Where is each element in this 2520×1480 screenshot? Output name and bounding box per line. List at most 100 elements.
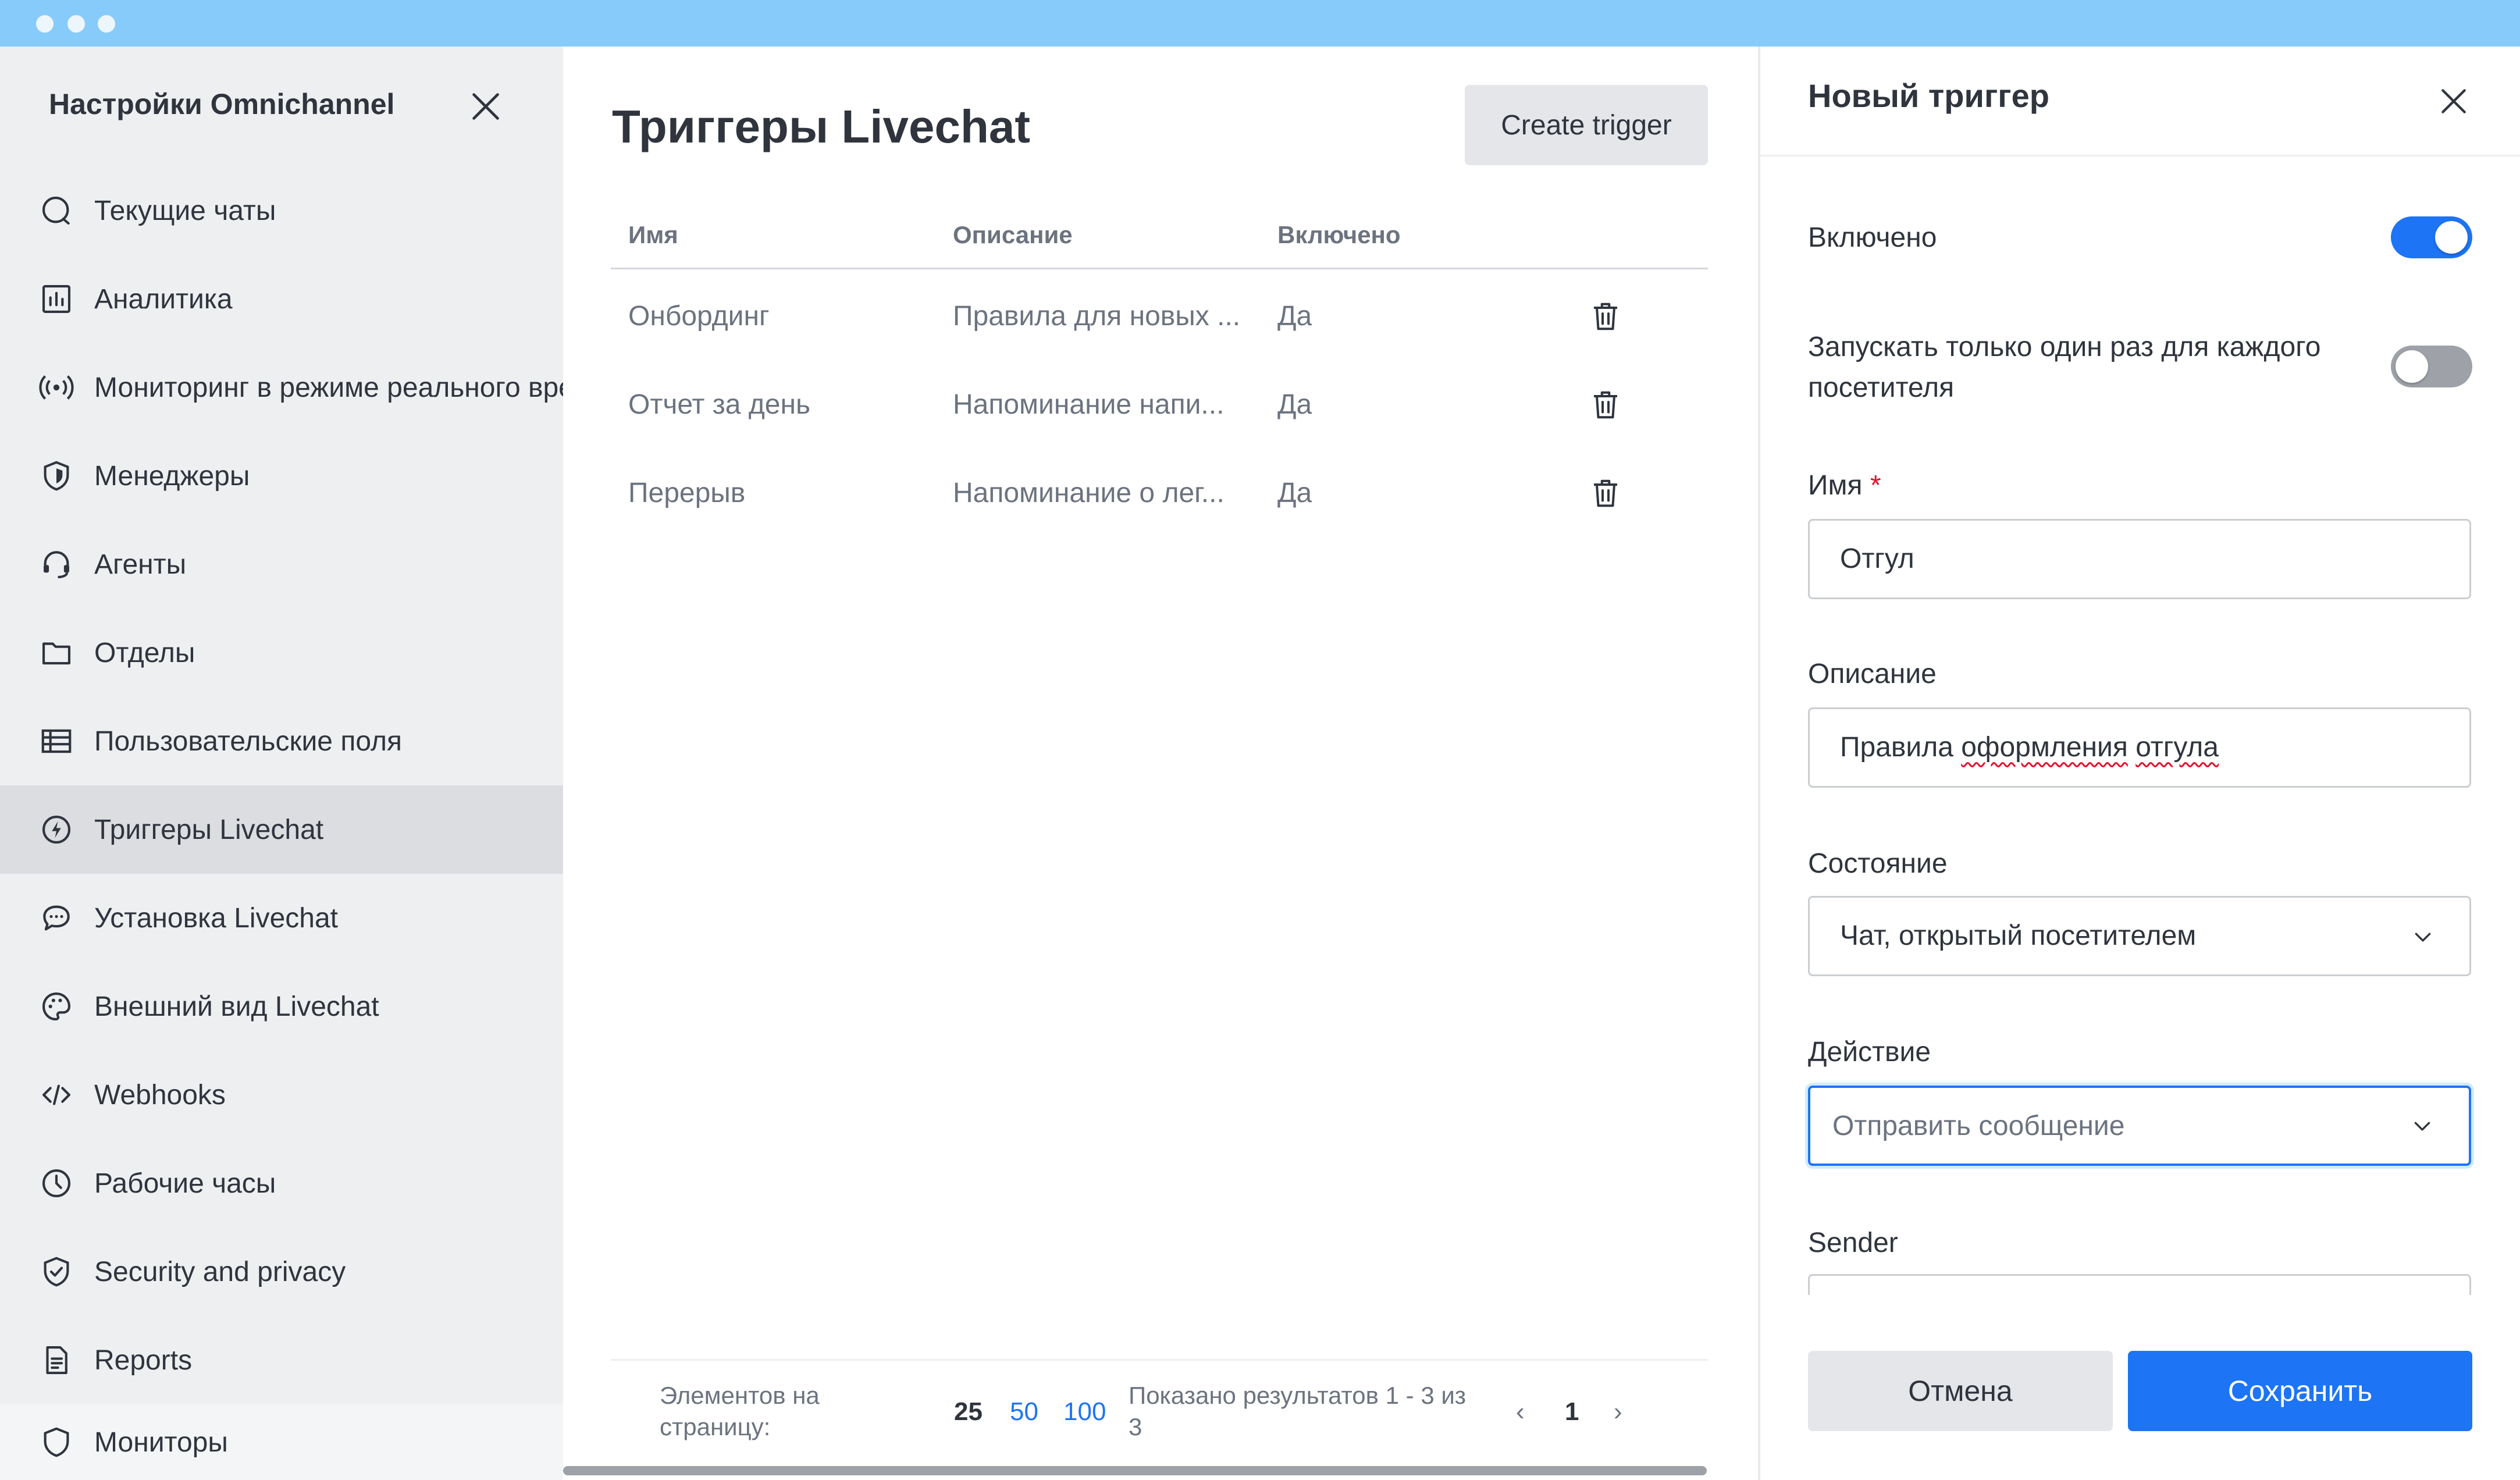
sidebar-item-label: Агенты: [94, 549, 187, 580]
page-size-25[interactable]: 25: [954, 1397, 983, 1426]
table-icon: [38, 723, 74, 759]
trash-icon[interactable]: [1588, 387, 1623, 422]
broadcast-icon: [38, 369, 74, 405]
next-page-button[interactable]: ›: [1614, 1397, 1622, 1426]
window-minimize-dot[interactable]: [67, 15, 85, 33]
trigger-name: Перерыв: [628, 478, 746, 508]
toggle-knob: [2435, 221, 2468, 254]
action-select[interactable]: Отправить сообщение: [1808, 1086, 2471, 1166]
sidebar-item-managers[interactable]: Менеджеры: [0, 432, 563, 520]
lightning-icon: [38, 812, 74, 848]
sidebar-item-livechat-triggers[interactable]: Триггеры Livechat: [0, 785, 563, 874]
sidebar-item-current-chats[interactable]: Текущие чаты: [0, 166, 563, 255]
shield-check-icon: [38, 1254, 74, 1290]
sidebar-item-analytics[interactable]: Аналитика: [0, 255, 563, 343]
window-zoom-dot[interactable]: [98, 15, 115, 33]
page-size-50[interactable]: 50: [1010, 1397, 1038, 1426]
condition-label: Состояние: [1808, 848, 1948, 879]
description-field[interactable]: Правила оформления отгула: [1808, 707, 2471, 788]
column-header-enabled[interactable]: Включено: [1277, 221, 1401, 249]
speech-bubble-icon: [38, 900, 74, 936]
sidebar-item-livechat-installation[interactable]: Установка Livechat: [0, 874, 563, 962]
trigger-enabled: Да: [1277, 301, 1312, 332]
page-size-100[interactable]: 100: [1063, 1397, 1106, 1426]
action-label: Действие: [1808, 1037, 1931, 1068]
name-label-text: Имя: [1808, 470, 1863, 501]
sidebar-item-monitors[interactable]: Мониторы: [0, 1404, 563, 1480]
table-row[interactable]: Перерыв Напоминание о лег... Да: [611, 449, 1708, 538]
window-titlebar: [0, 0, 2520, 47]
window-close-dot[interactable]: [36, 15, 54, 33]
code-icon: [38, 1077, 74, 1113]
cancel-button[interactable]: Отмена: [1808, 1351, 2113, 1431]
sidebar-item-business-hours[interactable]: Рабочие часы: [0, 1139, 563, 1228]
run-once-toggle[interactable]: [2391, 346, 2472, 387]
trigger-description: Напоминание о лег...: [953, 478, 1225, 508]
run-once-label-line: посетителя: [1808, 372, 1955, 403]
toggle-knob: [2396, 350, 2428, 383]
sidebar-item-reports[interactable]: Reports: [0, 1316, 563, 1404]
shield-icon: [38, 458, 74, 494]
sidebar-item-security-privacy[interactable]: Security and privacy: [0, 1228, 563, 1316]
required-mark: *: [1870, 470, 1881, 501]
sidebar-item-agents[interactable]: Агенты: [0, 520, 563, 609]
sidebar-title: Настройки Omnichannel: [49, 88, 395, 120]
table-header-divider: [611, 268, 1708, 269]
sidebar-item-label: Текущие чаты: [94, 195, 276, 226]
table-row[interactable]: Онбординг Правила для новых ... Да: [611, 272, 1708, 361]
sender-field[interactable]: [1808, 1274, 2471, 1295]
sidebar-item-label: Security and privacy: [94, 1256, 346, 1287]
condition-select[interactable]: Чат, открытый посетителем: [1808, 896, 2471, 976]
trash-icon[interactable]: [1588, 299, 1623, 334]
name-field[interactable]: Отгул: [1808, 519, 2471, 599]
close-icon[interactable]: [2435, 83, 2472, 120]
column-header-description[interactable]: Описание: [953, 221, 1073, 249]
enabled-label: Включено: [1808, 222, 1937, 253]
save-button[interactable]: Сохранить: [2128, 1351, 2472, 1431]
close-icon[interactable]: [465, 86, 506, 127]
sidebar-item-label: Webhooks: [94, 1079, 226, 1111]
name-label: Имя *: [1808, 465, 1881, 506]
sidebar-item-webhooks[interactable]: Webhooks: [0, 1051, 563, 1139]
results-summary-line: 3: [1129, 1413, 1142, 1440]
page-title: Триггеры Livechat: [612, 101, 1030, 152]
chevron-down-icon: [2414, 1122, 2430, 1131]
sidebar-item-departments[interactable]: Отделы: [0, 609, 563, 697]
sidebar-item-label: Пользовательские поля: [94, 725, 402, 757]
sidebar-item-label: Рабочие часы: [94, 1168, 276, 1199]
run-once-label: Запускать только один раз для каждого по…: [1808, 327, 2320, 408]
horizontal-scrollbar[interactable]: [563, 1466, 1707, 1475]
per-page-label: Элементов на страницу:: [660, 1380, 820, 1443]
results-summary-line: Показано результатов 1 - 3 из: [1129, 1382, 1467, 1409]
sidebar-item-custom-fields[interactable]: Пользовательские поля: [0, 697, 563, 785]
trigger-name: Онбординг: [628, 301, 770, 332]
create-trigger-button[interactable]: Create trigger: [1465, 85, 1708, 165]
description-label: Описание: [1808, 659, 1937, 689]
column-header-name[interactable]: Имя: [628, 221, 678, 249]
document-icon: [38, 1342, 74, 1378]
sidebar-item-label: Аналитика: [94, 283, 233, 315]
sidebar-item-livechat-appearance[interactable]: Внешний вид Livechat: [0, 962, 563, 1051]
shield-outline-icon: [38, 1424, 74, 1460]
table-row[interactable]: Отчет за день Напоминание напи... Да: [611, 361, 1708, 449]
sender-field-clip: [1808, 1274, 2471, 1295]
sidebar: Настройки Omnichannel Текущие чаты Анали…: [0, 47, 563, 1480]
sidebar-item-realtime-monitoring[interactable]: Мониторинг в режиме реального времени: [0, 343, 563, 432]
trash-icon[interactable]: [1588, 476, 1623, 511]
chevron-down-icon: [2415, 933, 2431, 942]
description-word-misspelled: оформления: [1961, 732, 2128, 763]
clock-icon: [38, 1165, 74, 1201]
sidebar-item-label: Триггеры Livechat: [94, 814, 324, 845]
enabled-toggle[interactable]: [2391, 216, 2472, 258]
current-page[interactable]: 1: [1565, 1397, 1579, 1426]
prev-page-button[interactable]: ‹: [1516, 1397, 1525, 1426]
sidebar-item-label: Отделы: [94, 637, 195, 668]
action-select-value: Отправить сообщение: [1832, 1111, 2125, 1141]
description-word-misspelled: отгула: [2135, 732, 2219, 763]
folder-icon: [38, 635, 74, 671]
trigger-enabled: Да: [1277, 478, 1312, 508]
main-content: Триггеры Livechat Create trigger Имя Опи…: [563, 47, 1758, 1480]
condition-select-value: Чат, открытый посетителем: [1840, 920, 2197, 951]
sidebar-item-label: Менеджеры: [94, 460, 250, 492]
trigger-description: Напоминание напи...: [953, 389, 1225, 420]
